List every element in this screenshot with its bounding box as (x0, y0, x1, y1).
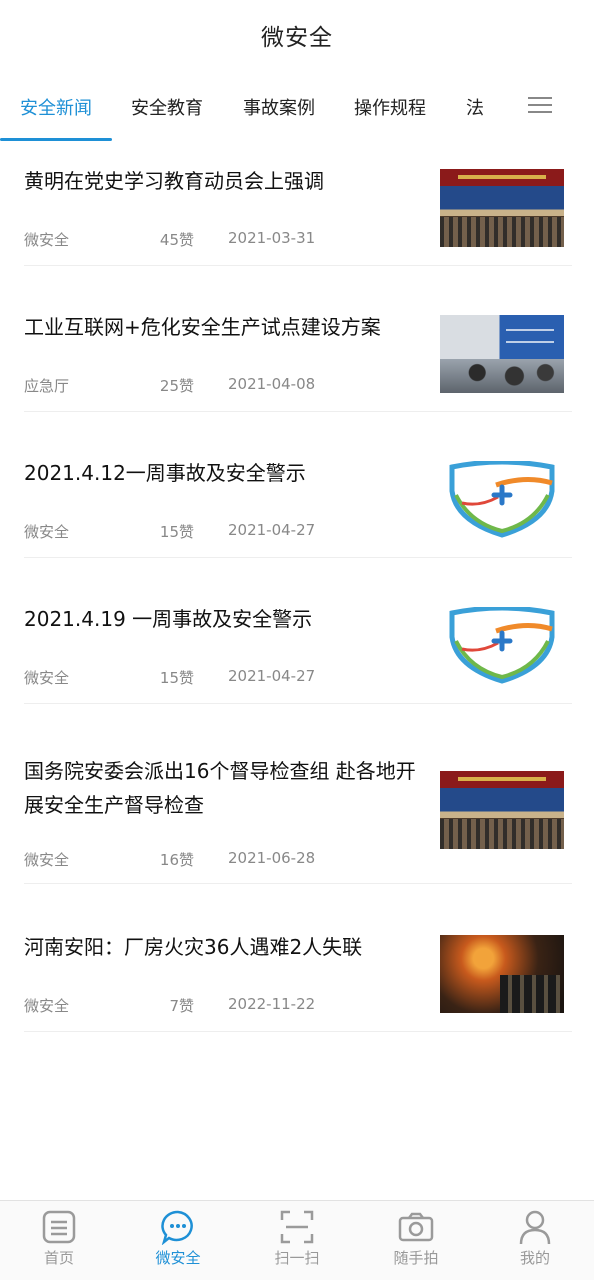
nav-micro-safety[interactable]: 微安全 (119, 1209, 237, 1268)
article-source: 微安全 (24, 669, 70, 687)
article-date: 2021-04-08 (228, 375, 316, 393)
category-tabs: 安全新闻 安全教育 事故案例 操作规程 法 (0, 76, 594, 142)
article-date: 2021-04-27 (228, 521, 316, 539)
article-title: 2021.4.12一周事故及安全警示 (24, 461, 306, 485)
nav-mine[interactable]: 我的 (476, 1209, 594, 1268)
nav-home[interactable]: 首页 (0, 1209, 118, 1268)
article-likes: 25赞 (159, 377, 194, 395)
profile-icon (476, 1209, 594, 1245)
list-item[interactable]: 2021.4.19 一周事故及安全警示 微安全 15赞 2021-04-27 (24, 580, 572, 704)
tab-laws[interactable]: 法 (466, 94, 488, 120)
article-thumbnail (440, 935, 564, 1013)
article-source: 微安全 (24, 231, 70, 249)
nav-label: 我的 (519, 1249, 550, 1267)
article-title: 国务院安委会派出16个督导检查组 赴各地开展安全生产督导检查 (24, 759, 416, 817)
page-title: 微安全 (261, 25, 333, 51)
nav-label: 微安全 (155, 1249, 201, 1267)
nav-label: 随手拍 (393, 1249, 439, 1267)
article-title: 工业互联网+危化安全生产试点建设方案 (24, 315, 381, 339)
article-likes: 45赞 (159, 231, 194, 249)
article-likes: 7赞 (169, 997, 194, 1015)
bottom-nav: 首页 微安全 扫一扫 随手拍 我的 (0, 1200, 594, 1280)
menu-icon[interactable] (526, 92, 554, 118)
list-item[interactable]: 河南安阳：厂房火灾36人遇难2人失联 微安全 7赞 2022-11-22 (24, 906, 572, 1032)
list-item[interactable]: 工业互联网+危化安全生产试点建设方案 应急厅 25赞 2021-04-08 (24, 288, 572, 412)
article-source: 应急厅 (24, 377, 70, 395)
home-icon (0, 1209, 118, 1245)
article-thumbnail (440, 771, 564, 849)
article-source: 微安全 (24, 523, 70, 541)
nav-scan[interactable]: 扫一扫 (238, 1209, 356, 1268)
tab-accident-cases[interactable]: 事故案例 (243, 94, 315, 120)
app-header: 微安全 (0, 0, 594, 70)
shield-logo-icon (440, 607, 564, 685)
active-tab-indicator (0, 138, 112, 141)
article-title: 2021.4.19 一周事故及安全警示 (24, 607, 313, 631)
article-date: 2021-03-31 (228, 229, 316, 247)
tab-safety-education[interactable]: 安全教育 (131, 94, 203, 120)
tab-safety-news[interactable]: 安全新闻 (20, 94, 92, 120)
article-title: 黄明在党史学习教育动员会上强调 (24, 169, 324, 193)
scan-icon (238, 1209, 356, 1245)
nav-label: 扫一扫 (274, 1249, 320, 1267)
article-date: 2021-04-27 (228, 667, 316, 685)
article-likes: 15赞 (159, 669, 194, 687)
article-title: 河南安阳：厂房火灾36人遇难2人失联 (24, 935, 363, 959)
article-source: 微安全 (24, 851, 70, 869)
chat-icon (119, 1209, 237, 1245)
tab-operating-procedures[interactable]: 操作规程 (354, 94, 426, 120)
article-thumbnail (440, 315, 564, 393)
article-date: 2021-06-28 (228, 849, 316, 867)
camera-icon (357, 1209, 475, 1245)
article-source: 微安全 (24, 997, 70, 1015)
shield-logo-icon (440, 461, 564, 539)
article-thumbnail (440, 169, 564, 247)
list-item[interactable]: 国务院安委会派出16个督导检查组 赴各地开展安全生产督导检查 微安全 16赞 2… (24, 726, 572, 884)
article-likes: 16赞 (159, 851, 194, 869)
list-item[interactable]: 2021.4.12一周事故及安全警示 微安全 15赞 2021-04-27 (24, 434, 572, 558)
article-date: 2022-11-22 (228, 995, 316, 1013)
list-item[interactable]: 黄明在党史学习教育动员会上强调 微安全 45赞 2021-03-31 (24, 142, 572, 266)
nav-snapshot[interactable]: 随手拍 (357, 1209, 475, 1268)
nav-label: 首页 (43, 1249, 74, 1267)
article-likes: 15赞 (159, 523, 194, 541)
